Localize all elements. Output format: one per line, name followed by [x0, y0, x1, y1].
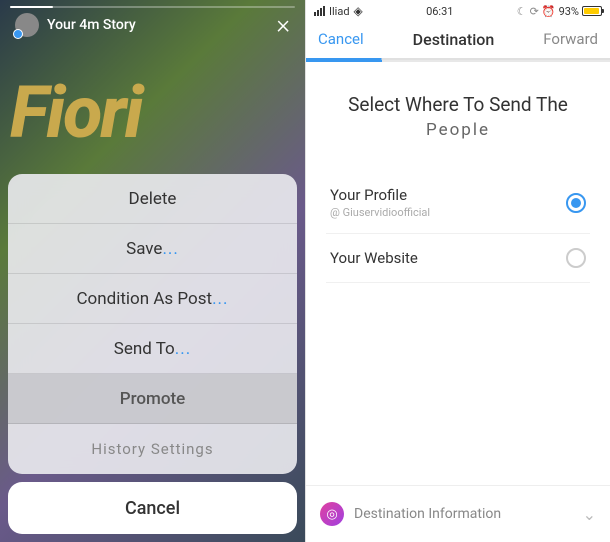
heading-line-2: People [326, 119, 590, 143]
info-icon: ◎ [320, 502, 344, 526]
share-as-post-button[interactable]: Condition As Post... [8, 274, 297, 324]
close-icon[interactable]: × [276, 10, 290, 40]
main-content: Select Where To Send The People Your Pro… [306, 62, 610, 485]
alarm-icon: ⏰ [542, 5, 556, 18]
wifi-icon: ◈ [354, 4, 363, 18]
avatar [15, 13, 39, 37]
story-topbar: Your 4m Story × [0, 0, 305, 50]
destination-screen: Iliad ◈ 06:31 ☾ ⟳ ⏰ 93% Cancel Destinati… [305, 0, 610, 542]
action-sheet-options: Delete Save... Condition As Post... Send… [8, 174, 297, 474]
nav-forward-button[interactable]: Forward [543, 30, 598, 48]
dnd-icon: ☾ [517, 5, 527, 18]
footer-label: Destination Information [354, 506, 501, 522]
save-label: Save [126, 239, 162, 259]
delete-label: Delete [129, 189, 177, 209]
carrier-label: Iliad [329, 5, 350, 18]
nav-cancel-button[interactable]: Cancel [318, 30, 364, 48]
battery-icon [582, 6, 602, 16]
radio-selected-icon[interactable] [566, 193, 586, 213]
send-to-button[interactable]: Send To... [8, 324, 297, 374]
battery-percent: 93% [559, 5, 579, 18]
nav-title: Destination [413, 30, 495, 49]
story-overlay-text: Fiori [10, 70, 141, 155]
status-left: Iliad ◈ [314, 4, 363, 18]
story-user[interactable]: Your 4m Story [15, 13, 136, 37]
ellipsis-icon: ... [162, 239, 178, 259]
nav-bar: Cancel Destination Forward [306, 20, 610, 60]
status-time: 06:31 [426, 5, 453, 18]
story-view: Fiori Your 4m Story × Delete Save... Con… [0, 0, 305, 542]
destination-options: Your Profile @ Giuservidioofficial Your … [326, 172, 590, 283]
option-subtitle: @ Giuservidioofficial [330, 206, 430, 219]
option-title: Your Profile [330, 186, 430, 204]
delete-button[interactable]: Delete [8, 174, 297, 224]
cancel-button[interactable]: Cancel [8, 482, 297, 534]
status-right: ☾ ⟳ ⏰ 93% [517, 5, 602, 18]
ellipsis-icon: ... [212, 289, 228, 309]
save-button[interactable]: Save... [8, 224, 297, 274]
send-label: Send To [114, 339, 175, 359]
destination-info-row[interactable]: ◎ Destination Information ⌄ [306, 485, 610, 542]
heading-line-1: Select Where To Send The [326, 92, 590, 119]
history-settings-button[interactable]: History Settings [8, 424, 297, 474]
signal-icon [314, 6, 325, 16]
history-label: History Settings [91, 440, 213, 458]
ellipsis-icon: ... [175, 339, 191, 359]
option-title: Your Website [330, 249, 418, 267]
cancel-label: Cancel [125, 498, 180, 519]
lock-icon: ⟳ [530, 5, 539, 18]
option-your-website[interactable]: Your Website [326, 234, 590, 283]
share-label: Condition As Post [76, 289, 212, 309]
action-sheet: Delete Save... Condition As Post... Send… [8, 174, 297, 542]
promote-button[interactable]: Promote [8, 374, 297, 424]
radio-unselected-icon[interactable] [566, 248, 586, 268]
chevron-down-icon: ⌄ [583, 505, 596, 524]
story-label: Your 4m Story [47, 17, 136, 33]
add-story-dot-icon [13, 29, 23, 39]
option-your-profile[interactable]: Your Profile @ Giuservidioofficial [326, 172, 590, 234]
status-bar: Iliad ◈ 06:31 ☾ ⟳ ⏰ 93% [306, 0, 610, 20]
page-heading: Select Where To Send The People [326, 92, 590, 142]
promote-label: Promote [120, 389, 186, 409]
